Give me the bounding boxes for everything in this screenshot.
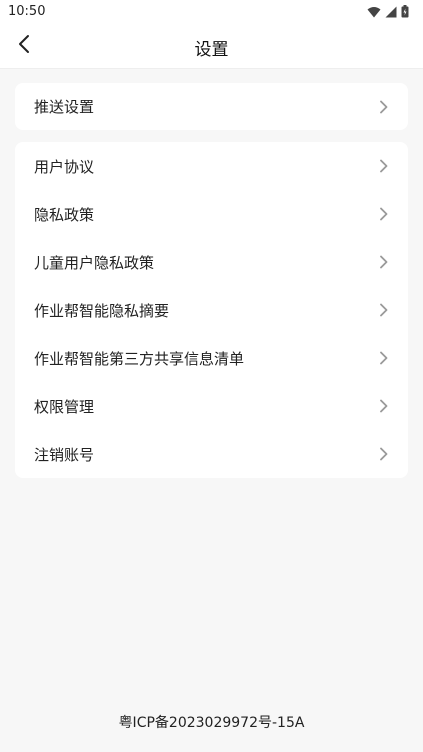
- settings-item-label: 推送设置: [34, 98, 95, 116]
- status-icons: [367, 5, 409, 18]
- chevron-right-icon: [379, 351, 389, 365]
- settings-item-label: 注销账号: [34, 445, 95, 464]
- settings-item-push[interactable]: 推送设置: [15, 83, 408, 130]
- wifi-icon: [367, 6, 381, 18]
- settings-item-privacy-summary[interactable]: 作业帮智能隐私摘要: [15, 286, 408, 334]
- settings-card-legal: 用户协议 隐私政策 儿童用户隐私政策 作业帮智能隐私摘要 作业帮智能第三方共享信…: [15, 142, 408, 478]
- settings-item-label: 作业帮智能隐私摘要: [34, 301, 170, 320]
- settings-item-label: 权限管理: [34, 397, 95, 416]
- settings-item-label: 用户协议: [34, 157, 95, 176]
- settings-item-user-agreement[interactable]: 用户协议: [15, 142, 408, 190]
- settings-item-permissions[interactable]: 权限管理: [15, 382, 408, 430]
- settings-item-children-privacy[interactable]: 儿童用户隐私政策: [15, 238, 408, 286]
- page-title: 设置: [194, 40, 229, 60]
- chevron-right-icon: [379, 100, 389, 114]
- icp-footer: 粤ICP备2023029972号-15A: [118, 715, 305, 731]
- status-bar: 10:50: [0, 0, 423, 24]
- settings-item-label: 作业帮智能第三方共享信息清单: [34, 349, 245, 368]
- chevron-right-icon: [379, 255, 389, 269]
- settings-card-push: 推送设置: [15, 83, 408, 130]
- settings-item-third-party-sharing[interactable]: 作业帮智能第三方共享信息清单: [15, 334, 408, 382]
- chevron-right-icon: [379, 159, 389, 173]
- settings-content: 推送设置 用户协议 隐私政策 儿童用户隐私政策 作业帮智能隐私摘要 作业帮智能第…: [0, 69, 423, 478]
- chevron-right-icon: [379, 399, 389, 413]
- chevron-right-icon: [379, 207, 389, 221]
- battery-icon: [401, 5, 409, 18]
- settings-item-label: 儿童用户隐私政策: [34, 253, 155, 272]
- header-bar: 设置: [0, 24, 423, 69]
- status-time: 10:50: [8, 4, 46, 19]
- settings-item-delete-account[interactable]: 注销账号: [15, 430, 408, 478]
- chevron-right-icon: [379, 447, 389, 461]
- settings-item-label: 隐私政策: [34, 205, 95, 224]
- cellular-signal-icon: [385, 6, 397, 18]
- settings-item-privacy-policy[interactable]: 隐私政策: [15, 190, 408, 238]
- chevron-right-icon: [379, 303, 389, 317]
